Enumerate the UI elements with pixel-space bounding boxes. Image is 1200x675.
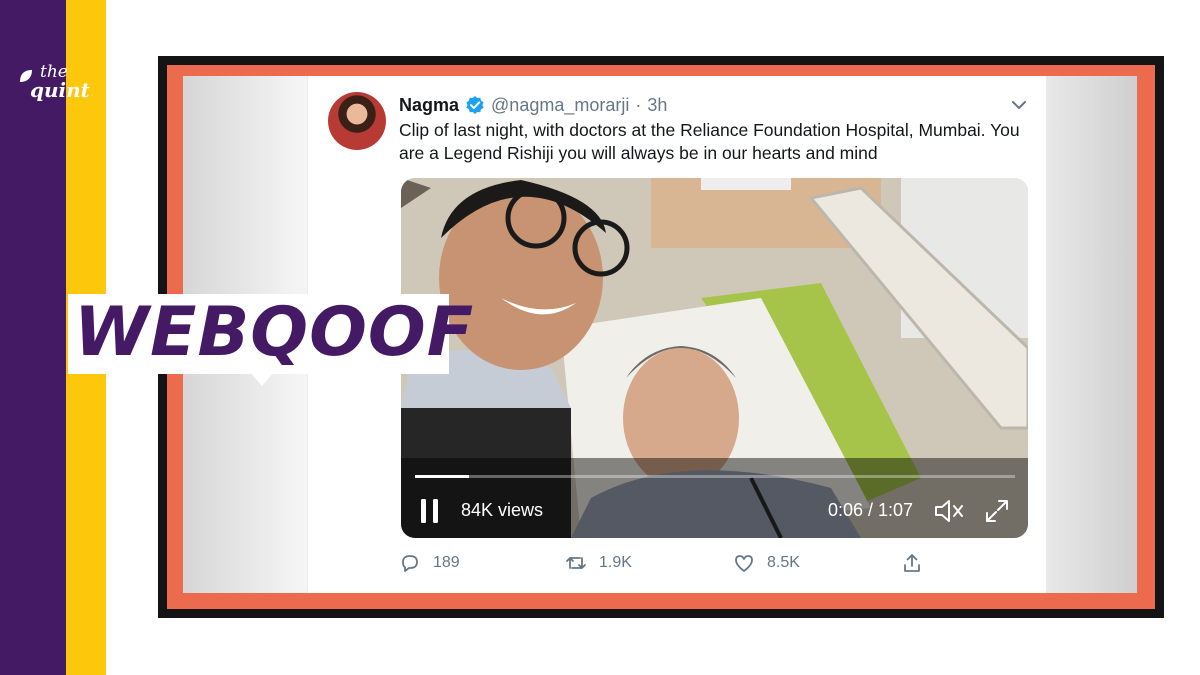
share-icon — [904, 554, 920, 572]
author-avatar[interactable] — [328, 92, 386, 150]
fullscreen-icon[interactable] — [984, 498, 1010, 524]
video-progress-fill — [415, 475, 469, 478]
author-handle[interactable]: @nagma_morarji — [491, 95, 629, 116]
webqoof-label: WEBQOOF — [74, 293, 475, 372]
like-icon — [735, 555, 753, 572]
pause-icon[interactable] — [417, 496, 443, 526]
reply-count: 189 — [433, 554, 460, 571]
header-separator: · — [635, 94, 642, 115]
video-frame-image — [401, 178, 1028, 538]
video-view-count: 84K views — [461, 500, 544, 520]
author-name[interactable]: Nagma — [399, 95, 459, 116]
verified-badge-icon — [465, 95, 485, 115]
tweet-header: Nagma @nagma_morarji · 3h — [399, 94, 667, 116]
share-action[interactable] — [901, 552, 935, 574]
reply-action[interactable]: 189 — [399, 552, 460, 574]
like-action[interactable]: 8.5K — [733, 552, 800, 574]
video-progress-bar[interactable] — [415, 475, 1015, 478]
tweet-text: Clip of last night, with doctors at the … — [399, 120, 1020, 163]
retweet-icon — [566, 557, 586, 569]
tweet-action-bar: 189 1.9K 8.5K — [399, 552, 1039, 576]
logo-word-quint: quint — [30, 78, 90, 102]
tweet-timestamp[interactable]: 3h — [647, 95, 667, 116]
the-quint-logo: the quint — [14, 62, 94, 108]
webqoof-stamp-notch — [250, 372, 274, 386]
video-timestamp: 0:06 / 1:07 — [828, 500, 914, 520]
chevron-down-icon[interactable] — [1010, 96, 1028, 114]
like-count: 8.5K — [767, 554, 800, 571]
tweet-video-player[interactable]: 84K views 0:06 / 1:07 — [401, 178, 1028, 538]
mute-icon[interactable] — [933, 497, 965, 525]
reply-icon — [402, 555, 418, 572]
retweet-action[interactable]: 1.9K — [565, 552, 632, 574]
retweet-count: 1.9K — [599, 554, 632, 571]
